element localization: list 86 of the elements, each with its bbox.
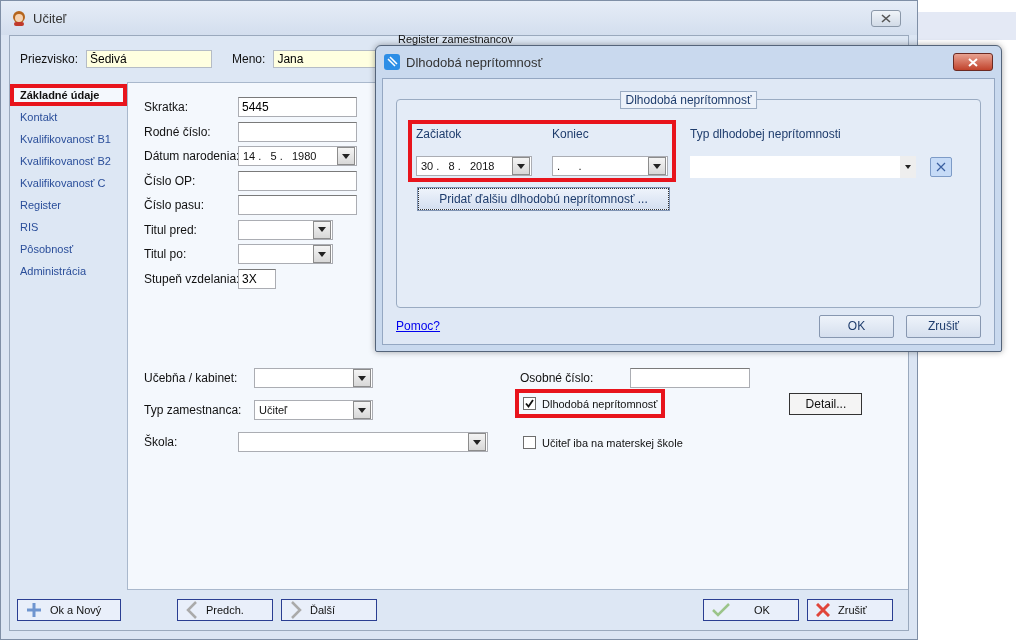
- section-label: Register zamestnancov: [398, 33, 513, 45]
- group-title: Dlhodobá neprítomnosť: [619, 91, 758, 109]
- field-label: Koniec: [552, 127, 590, 141]
- field-label: Skratka:: [144, 100, 189, 115]
- surname-field[interactable]: Šedivá: [86, 50, 212, 68]
- footer-button[interactable]: Ďalší: [281, 599, 377, 621]
- checkbox[interactable]: Učiteľ iba na materskej škole: [517, 430, 689, 455]
- footer-button[interactable]: OK: [703, 599, 799, 621]
- chevron-left-icon: [186, 601, 198, 619]
- field-label: Rodné číslo:: [144, 124, 212, 139]
- sidebar-item[interactable]: Pôsobnosť: [10, 238, 127, 260]
- chevron-right-icon: [290, 601, 302, 619]
- cancel-button[interactable]: Zrušiť: [906, 314, 981, 338]
- close-button[interactable]: [871, 9, 901, 27]
- field-label: Dátum narodenia:: [144, 149, 238, 164]
- dropdown-button[interactable]: [648, 157, 666, 175]
- text-field[interactable]: [238, 170, 357, 191]
- field-label: Titul pred:: [144, 222, 198, 237]
- caret-icon: [517, 163, 525, 169]
- text-field[interactable]: 5445: [238, 97, 357, 118]
- footer-button[interactable]: Zrušiť: [807, 599, 893, 621]
- field-label: Typ zamestnanca:: [144, 403, 243, 417]
- clear-button[interactable]: [930, 157, 952, 177]
- field-label: Meno:: [232, 52, 266, 66]
- date-picker[interactable]: . .: [552, 156, 668, 176]
- date-value: . .: [556, 160, 583, 172]
- close-icon: [816, 603, 830, 617]
- caret-icon: [358, 375, 366, 381]
- caret-icon: [905, 165, 911, 169]
- field-label: Titul po:: [144, 247, 188, 262]
- caret-icon: [653, 163, 661, 169]
- sidebar-item[interactable]: Kvalifikovanosť C: [10, 172, 127, 194]
- text-field[interactable]: [238, 195, 357, 216]
- dropdown-button[interactable]: [313, 220, 331, 239]
- date-value: 30 . 8 . 2018: [420, 160, 496, 172]
- caret-icon: [473, 439, 481, 445]
- caret-icon: [318, 227, 326, 233]
- check-icon: [525, 399, 534, 408]
- field-label: Stupeň vzdelania:: [144, 271, 238, 286]
- sidebar-item[interactable]: Základné údaje: [10, 84, 127, 106]
- combo-box[interactable]: Učiteľ: [254, 400, 373, 420]
- field-label: Učebňa / kabinet:: [144, 371, 239, 385]
- text-field[interactable]: [630, 368, 750, 388]
- field-label: Číslo OP:: [144, 173, 197, 188]
- sidebar-item[interactable]: RIS: [10, 216, 127, 238]
- text-field[interactable]: [238, 121, 357, 142]
- footer-button[interactable]: Predch.: [177, 599, 273, 621]
- field-label: Osobné číslo:: [520, 371, 595, 385]
- sidebar-item[interactable]: Register: [10, 194, 127, 216]
- app-icon: [384, 54, 400, 70]
- plus-icon: [26, 602, 42, 618]
- text-field[interactable]: 3X: [238, 268, 276, 289]
- date-value: 14 . 5 . 1980: [242, 150, 318, 163]
- sidebar-item[interactable]: Kvalifikovanosť B2: [10, 150, 127, 172]
- close-icon: [968, 57, 978, 67]
- window-title: Učiteľ: [33, 10, 68, 26]
- ok-button[interactable]: OK: [819, 314, 894, 338]
- close-icon: [936, 162, 946, 172]
- date-picker[interactable]: 30 . 8 . 2018: [416, 156, 532, 176]
- sidebar-item[interactable]: Administrácia: [10, 260, 127, 282]
- field-label: Typ dlhodobej neprítomnosti: [690, 127, 842, 141]
- field-label: Číslo pasu:: [144, 198, 206, 213]
- sidebar-item[interactable]: Kontakt: [10, 106, 127, 128]
- dropdown-button[interactable]: [337, 147, 355, 166]
- field-label: Škola:: [144, 435, 179, 449]
- checkbox[interactable]: Dlhodobá neprítomnosť: [517, 391, 664, 416]
- detail-button[interactable]: Detail...: [789, 392, 863, 415]
- caret-icon: [342, 153, 350, 159]
- dropdown-button[interactable]: [313, 245, 331, 264]
- caret-icon: [318, 251, 326, 257]
- help-link[interactable]: Pomoc?: [396, 319, 807, 333]
- field-label: Začiatok: [416, 127, 463, 141]
- close-button[interactable]: [953, 53, 993, 71]
- dropdown-button[interactable]: [353, 369, 371, 387]
- caret-icon: [358, 407, 366, 413]
- check-icon: [712, 603, 730, 617]
- footer-button[interactable]: Ok a Nový: [17, 599, 121, 621]
- field-label: Priezvisko:: [20, 52, 78, 66]
- close-icon: [881, 13, 891, 23]
- date-picker[interactable]: 14 . 5 . 1980: [238, 146, 357, 167]
- add-absence-button[interactable]: Pridať ďalšiu dlhodobú neprítomnosť ...: [418, 188, 669, 210]
- sidebar-item[interactable]: Kvalifikovanosť B1: [10, 128, 127, 150]
- dropdown-button[interactable]: [468, 433, 486, 451]
- teacher-icon: [11, 10, 27, 26]
- dropdown-button[interactable]: [353, 401, 371, 419]
- dropdown-button[interactable]: [512, 157, 530, 175]
